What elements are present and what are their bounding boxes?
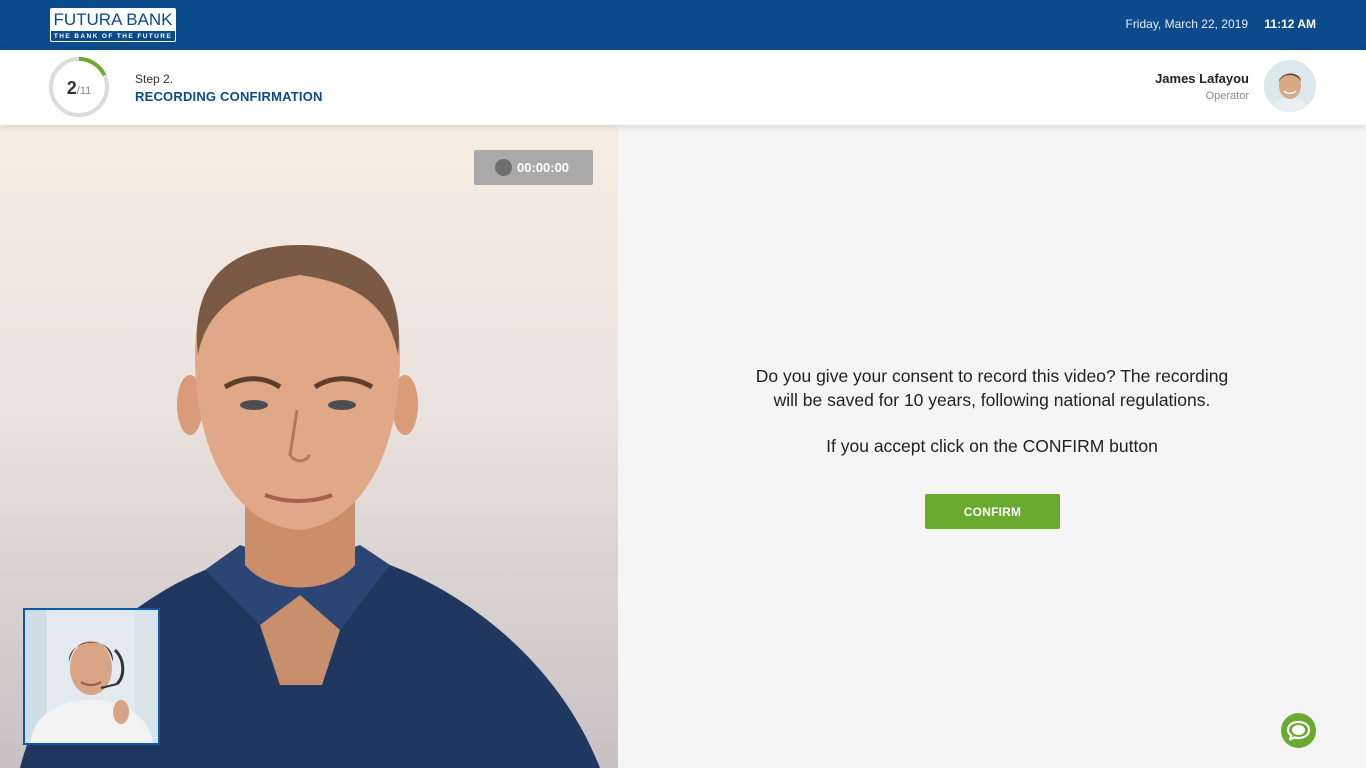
futura-bank-logo: FUTURA BANK THE BANK OF THE FUTURE [50, 8, 176, 42]
current-time: 11:12 AM [1264, 17, 1316, 31]
record-dot-icon [495, 159, 512, 176]
logo-tagline: THE BANK OF THE FUTURE [51, 31, 175, 41]
recording-time: 00:00:00 [517, 160, 570, 175]
operator-avatar [1264, 60, 1316, 112]
step-counter: 2/11 [48, 78, 110, 99]
consent-line-1: Do you give your consent to record this … [755, 366, 1229, 386]
step-current: 2 [66, 78, 77, 98]
consent-panel: Do you give your consent to record this … [618, 125, 1366, 768]
operator-name: James Lafayou [1155, 71, 1249, 86]
step-header: 2/11 Step 2. RECORDING CONFIRMATION Jame… [0, 50, 1366, 125]
current-date: Friday, March 22, 2019 [1125, 17, 1248, 31]
chat-button[interactable] [1281, 713, 1316, 748]
logo-name: FUTURA BANK [53, 10, 173, 29]
step-label: Step 2. [135, 72, 174, 86]
step-progress-ring: 2/11 [48, 56, 110, 118]
operator-role: Operator [1205, 90, 1249, 102]
operator-portrait [1264, 60, 1316, 112]
operator-video-portrait [25, 610, 158, 743]
step-title: RECORDING CONFIRMATION [135, 89, 323, 104]
customer-video-feed: 00:00:00 [0, 125, 618, 768]
step-total: /11 [76, 85, 92, 97]
consent-question: Do you give your consent to record this … [618, 364, 1366, 412]
accept-instruction: If you accept click on the CONFIRM butto… [826, 436, 1158, 456]
operator-video-thumbnail[interactable] [23, 608, 160, 745]
consent-line-2: will be saved for 10 years, following na… [773, 390, 1211, 410]
confirm-button[interactable]: CONFIRM [925, 494, 1060, 529]
recording-timer: 00:00:00 [474, 150, 593, 185]
chat-bubble-icon [1286, 720, 1311, 741]
top-bar: FUTURA BANK THE BANK OF THE FUTURE Frida… [0, 0, 1366, 50]
